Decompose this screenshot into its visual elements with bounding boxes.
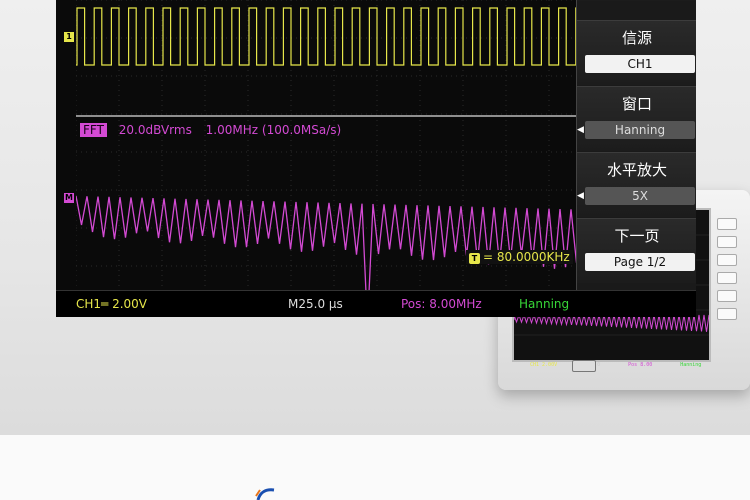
- side-menu: 信源 CH1 窗口 ◀ Hanning 水平放大 ◀ 5X 下一页 Page 1…: [576, 0, 696, 290]
- triangle-left-icon: ◀: [577, 125, 584, 135]
- cursor-tag: T: [469, 253, 480, 264]
- device-status-ch1: CH1 2.00V: [530, 362, 558, 368]
- device-button[interactable]: [717, 272, 737, 284]
- device-button[interactable]: [717, 236, 737, 248]
- menu-value-page[interactable]: Page 1/2: [585, 253, 695, 271]
- device-button[interactable]: [717, 308, 737, 320]
- menu-title-zoom: 水平放大: [606, 161, 667, 179]
- channel1-marker[interactable]: 1: [64, 32, 74, 42]
- device-side-buttons: [713, 212, 741, 352]
- device-button[interactable]: [717, 290, 737, 302]
- menu-title-source: 信源: [621, 29, 652, 47]
- menu-item-next-page[interactable]: 下一页 Page 1/2: [577, 218, 696, 283]
- status-bar: CH1═ 2.00V M25.0 μs Pos: 8.00MHz Hanning: [56, 290, 696, 317]
- menu-value-window[interactable]: Hanning: [585, 121, 695, 139]
- menu-item-hidden[interactable]: [577, 0, 696, 1]
- fft-info: FFT 20.0dBVrms 1.00MHz (100.0MSa/s): [80, 123, 341, 137]
- status-timebase: M25.0 μs: [288, 297, 343, 311]
- menu-value-source[interactable]: CH1: [585, 55, 695, 73]
- scope-screen: 1 M FFT 20.0dBVrms 1.00MHz (100.0MSa/s) …: [56, 0, 696, 317]
- device-status-pos: Pos 8.00: [628, 362, 653, 368]
- status-pos: Pos: 8.00MHz: [401, 297, 482, 311]
- usb-port-icon: [572, 360, 596, 372]
- device-status-window: Hanning: [680, 362, 702, 368]
- menu-value-zoom[interactable]: 5X: [585, 187, 695, 205]
- math-marker[interactable]: M: [64, 193, 74, 203]
- waveform-display: [76, 0, 596, 290]
- footer-strip: [0, 435, 750, 500]
- fft-rate: 1.00MHz (100.0MSa/s): [205, 123, 342, 137]
- menu-item-window[interactable]: 窗口 ◀ Hanning: [577, 86, 696, 151]
- status-window: Hanning: [519, 297, 570, 311]
- cursor-value: = 80.0000KHz: [483, 250, 570, 264]
- brand-logo-icon: [255, 488, 275, 500]
- device-status-bar: CH1 2.00V M25.0 Pos 8.00 Hanning: [530, 362, 701, 368]
- status-ch1: CH1═ 2.00V: [76, 297, 148, 311]
- fft-tag: FFT: [80, 123, 107, 137]
- fft-scale: 20.0dBVrms: [118, 123, 192, 137]
- device-button[interactable]: [717, 218, 737, 230]
- menu-item-source[interactable]: 信源 CH1: [577, 20, 696, 85]
- device-button[interactable]: [717, 254, 737, 266]
- cursor-readout: T = 80.0000KHz: [466, 250, 573, 264]
- menu-title-window: 窗口: [621, 95, 652, 113]
- menu-title-next-page: 下一页: [614, 227, 660, 245]
- triangle-left-icon: ◀: [577, 191, 584, 201]
- menu-item-zoom[interactable]: 水平放大 ◀ 5X: [577, 152, 696, 217]
